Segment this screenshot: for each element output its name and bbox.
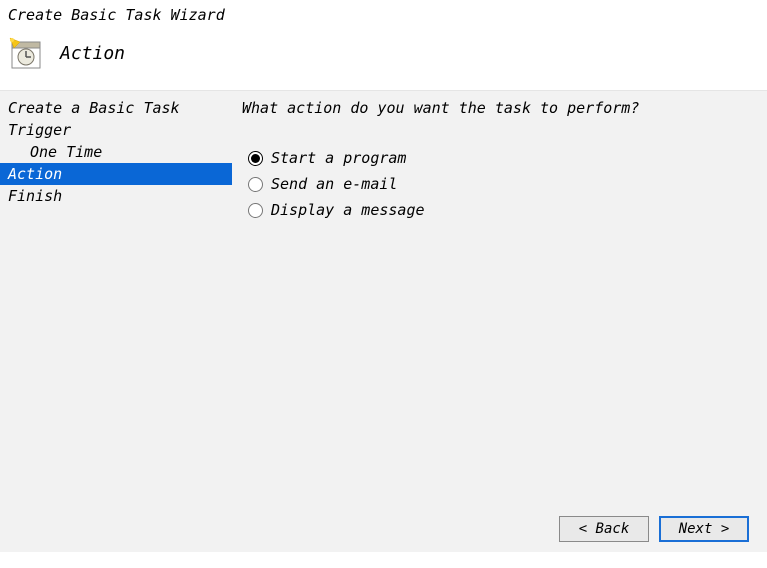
radio-display-message[interactable]: Display a message [242,197,757,223]
radio-label-display-message: Display a message [271,201,425,219]
sidebar-item-action[interactable]: Action [0,163,232,185]
window-title: Create Basic Task Wizard [0,0,767,26]
wizard-header: Action [0,26,767,90]
wizard-content: What action do you want the task to perf… [232,91,767,552]
sidebar-item-finish[interactable]: Finish [0,185,232,207]
page-title: Action [60,43,125,64]
radio-input-start-program[interactable] [248,151,263,166]
wizard-steps-sidebar: Create a Basic Task Trigger One Time Act… [0,91,232,552]
radio-label-send-email: Send an e-mail [271,175,397,193]
next-button[interactable]: Next > [659,516,749,542]
sidebar-item-trigger[interactable]: Trigger [0,119,232,141]
wizard-body: Create a Basic Task Trigger One Time Act… [0,90,767,552]
back-button[interactable]: < Back [559,516,649,542]
radio-start-program[interactable]: Start a program [242,145,757,171]
wizard-button-bar: < Back Next > [559,516,749,542]
action-question: What action do you want the task to perf… [242,99,757,117]
radio-send-email[interactable]: Send an e-mail [242,171,757,197]
radio-input-display-message[interactable] [248,203,263,218]
sidebar-item-one-time[interactable]: One Time [0,141,232,163]
clock-wizard-icon [8,36,42,70]
sidebar-item-create-basic-task[interactable]: Create a Basic Task [0,97,232,119]
radio-label-start-program: Start a program [271,149,406,167]
radio-input-send-email[interactable] [248,177,263,192]
